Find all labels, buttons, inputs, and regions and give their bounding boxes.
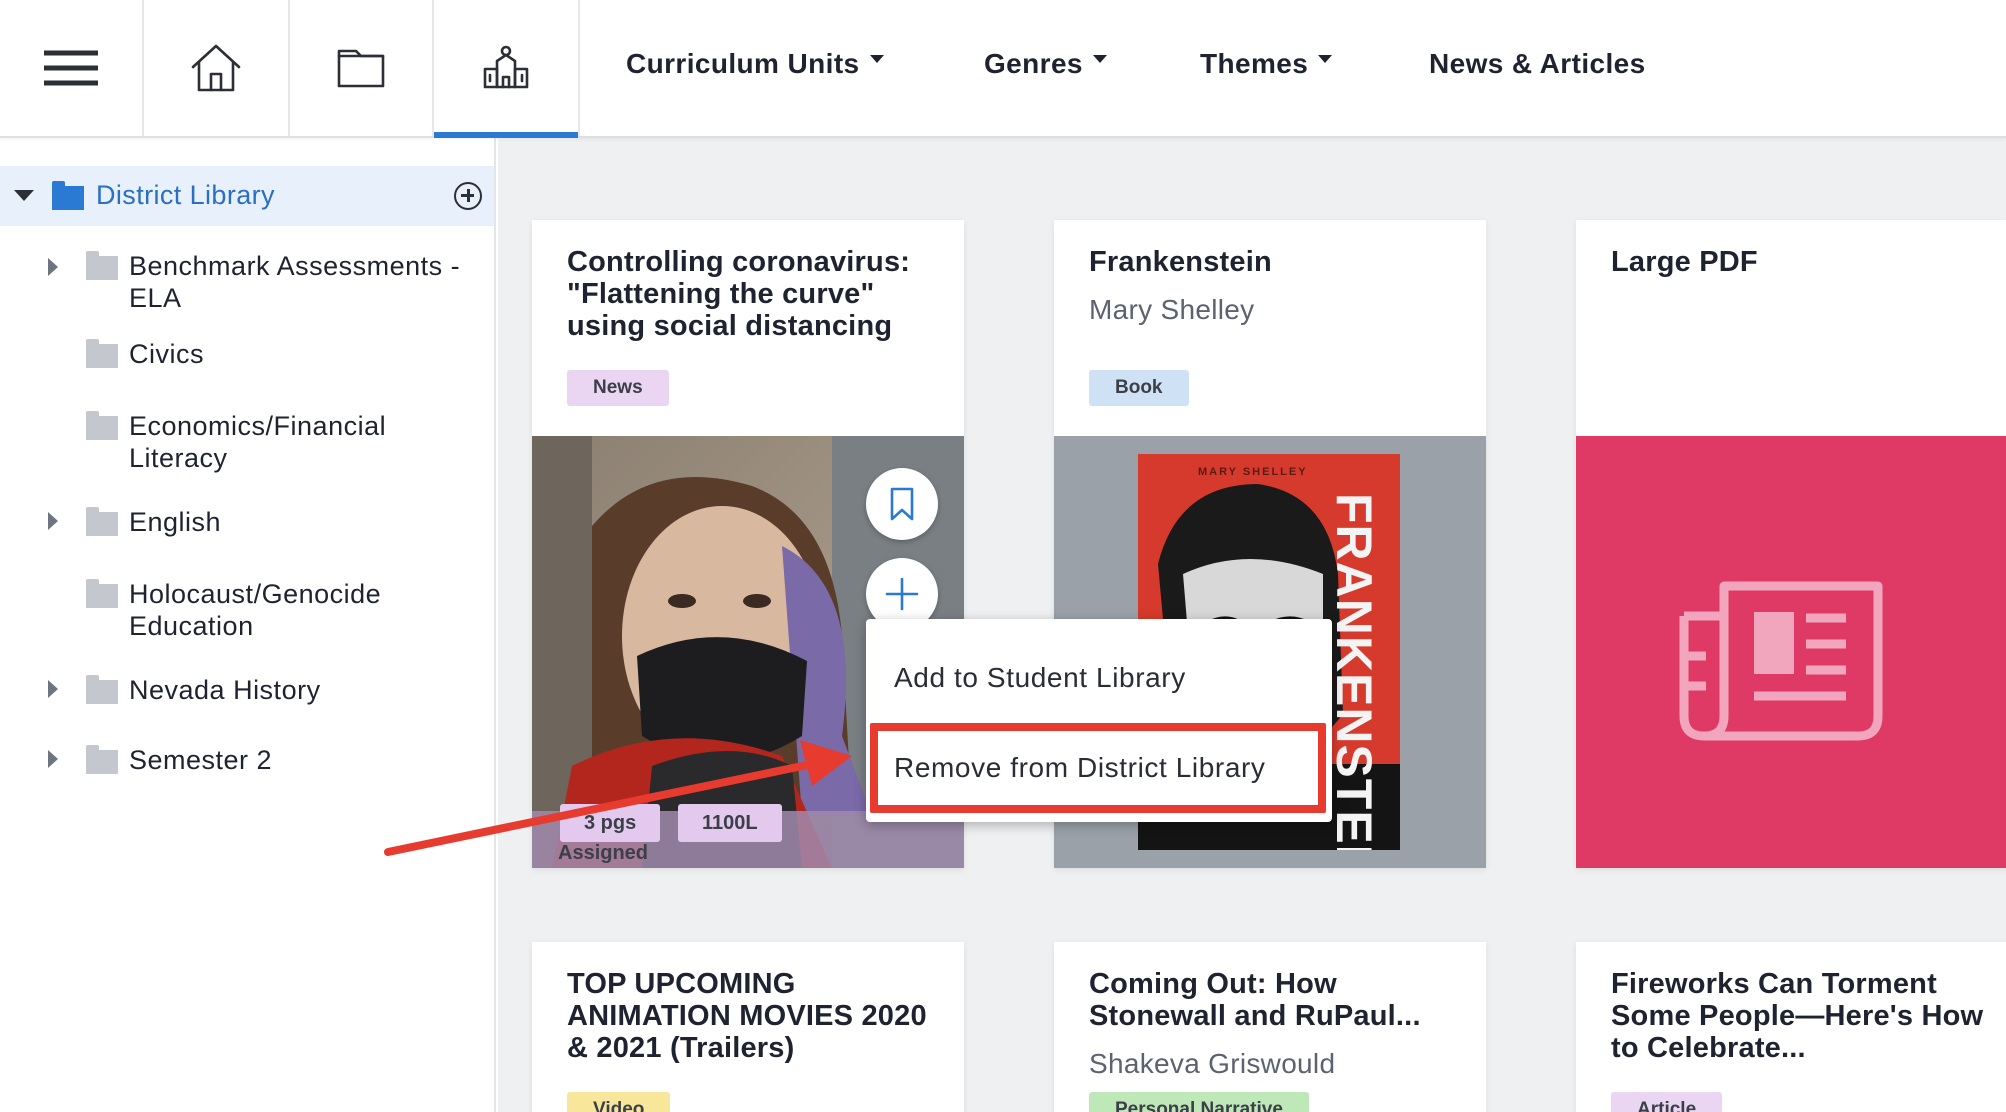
content-card-fireworks[interactable]: Fireworks Can Torment Some People—Here's… [1576, 942, 2006, 1112]
add-to-student-library-option[interactable]: Add to Student Library [866, 635, 1332, 721]
card-title: Coming Out: How Stonewall and RuPaul... [1089, 968, 1421, 1032]
expand-triangle-icon[interactable] [48, 258, 58, 276]
folder-english[interactable]: English [0, 502, 494, 552]
folder-nevada-history[interactable]: Nevada History [0, 670, 494, 720]
nav-curriculum-units[interactable]: Curriculum Units [626, 0, 884, 128]
folder-icon [86, 579, 118, 608]
nav-themes[interactable]: Themes [1200, 0, 1333, 128]
card-title: TOP UPCOMING ANIMATION MOVIES 2020 & 202… [567, 968, 927, 1064]
chevron-down-icon [869, 55, 884, 63]
folder-icon [86, 411, 118, 440]
card-author: Mary Shelley [1089, 294, 1255, 325]
genre-tag: News [567, 370, 669, 406]
folder-economics[interactable]: Economics/Financial Literacy [0, 406, 494, 486]
school-icon [483, 45, 529, 89]
page-count-chip: 3 pgs [560, 804, 661, 842]
chevron-down-icon [1318, 55, 1333, 63]
nav-label: Genres [984, 48, 1083, 79]
nav-label: Curriculum Units [626, 48, 860, 79]
nav-genres[interactable]: Genres [984, 0, 1107, 128]
folder-icon [52, 181, 84, 210]
chevron-down-icon [1092, 55, 1107, 63]
folder-district-library[interactable]: District Library [0, 166, 494, 226]
folder-icon [86, 745, 118, 774]
folder-holocaust-genocide[interactable]: Holocaust/Genocide Education [0, 574, 494, 654]
plus-icon [885, 577, 919, 611]
card-title: Large PDF [1611, 246, 1758, 278]
genre-tag: Book [1089, 370, 1189, 406]
folder-label: English [129, 507, 222, 537]
folder-benchmark-assessments[interactable]: Benchmark Assessments - ELA [0, 244, 494, 324]
folder-label: Nevada History [129, 675, 321, 705]
card-author: Shakeva Griswould [1089, 1048, 1336, 1079]
folder-label: Holocaust/Genocide Education [129, 579, 382, 641]
folder-icon [86, 507, 118, 536]
folder-label: District Library [96, 180, 275, 210]
assigned-status: Assigned [558, 842, 649, 864]
book-icon [337, 49, 385, 88]
newspaper-icon [1679, 581, 1883, 741]
home-button[interactable] [144, 0, 290, 136]
collapse-triangle-icon[interactable] [14, 190, 34, 201]
expand-triangle-icon[interactable] [48, 680, 58, 698]
expand-triangle-icon[interactable] [48, 750, 58, 768]
cover-title: FRANKENSTEIN [1326, 493, 1382, 850]
district-library-button[interactable] [434, 0, 580, 138]
folder-label: Benchmark Assessments - ELA [129, 251, 461, 313]
home-icon [191, 44, 241, 92]
nav-news-articles[interactable]: News & Articles [1429, 0, 1646, 128]
nav-label: Themes [1200, 48, 1309, 79]
content-card-large-pdf[interactable]: Large PDF [1576, 220, 2006, 868]
add-to-library-menu: Add to Student Library Remove from Distr… [866, 619, 1332, 822]
library-book-button[interactable] [290, 0, 434, 136]
expand-triangle-icon[interactable] [48, 512, 58, 530]
content-card-animation-movies[interactable]: TOP UPCOMING ANIMATION MOVIES 2020 & 202… [532, 942, 964, 1112]
hamburger-menu-icon [44, 50, 98, 86]
card-title: Frankenstein [1089, 246, 1272, 278]
card-placeholder [1576, 436, 2006, 868]
folder-icon [86, 339, 118, 368]
annotation-highlight-box [870, 723, 1326, 813]
card-title: Controlling coronavirus: "Flattening the… [567, 246, 911, 342]
lexile-chip: 1100L [678, 804, 782, 842]
folder-label: Semester 2 [129, 745, 273, 775]
folder-civics[interactable]: Civics [0, 334, 494, 384]
card-title: Fireworks Can Torment Some People—Here's… [1611, 968, 1984, 1064]
folder-semester-2[interactable]: Semester 2 [0, 740, 494, 790]
folder-label: Economics/Financial Literacy [129, 411, 387, 473]
genre-tag: Video [567, 1092, 671, 1112]
genre-tag: Article [1611, 1092, 1723, 1112]
folder-label: Civics [129, 339, 204, 369]
genre-tag: Personal Narrative [1089, 1092, 1309, 1112]
folder-icon [86, 675, 118, 704]
nav-label: News & Articles [1429, 48, 1646, 79]
content-card-coming-out[interactable]: Coming Out: How Stonewall and RuPaul... … [1054, 942, 1486, 1112]
top-navigation-bar: Curriculum Units Genres Themes News & Ar… [0, 0, 2006, 138]
folder-icon [86, 251, 118, 280]
bookmark-icon [890, 487, 914, 521]
bookmark-button[interactable] [866, 468, 938, 540]
hamburger-menu-button[interactable] [0, 0, 144, 136]
folder-sidebar: District Library Benchmark Assessments -… [0, 138, 496, 1112]
add-folder-icon[interactable] [454, 182, 482, 210]
